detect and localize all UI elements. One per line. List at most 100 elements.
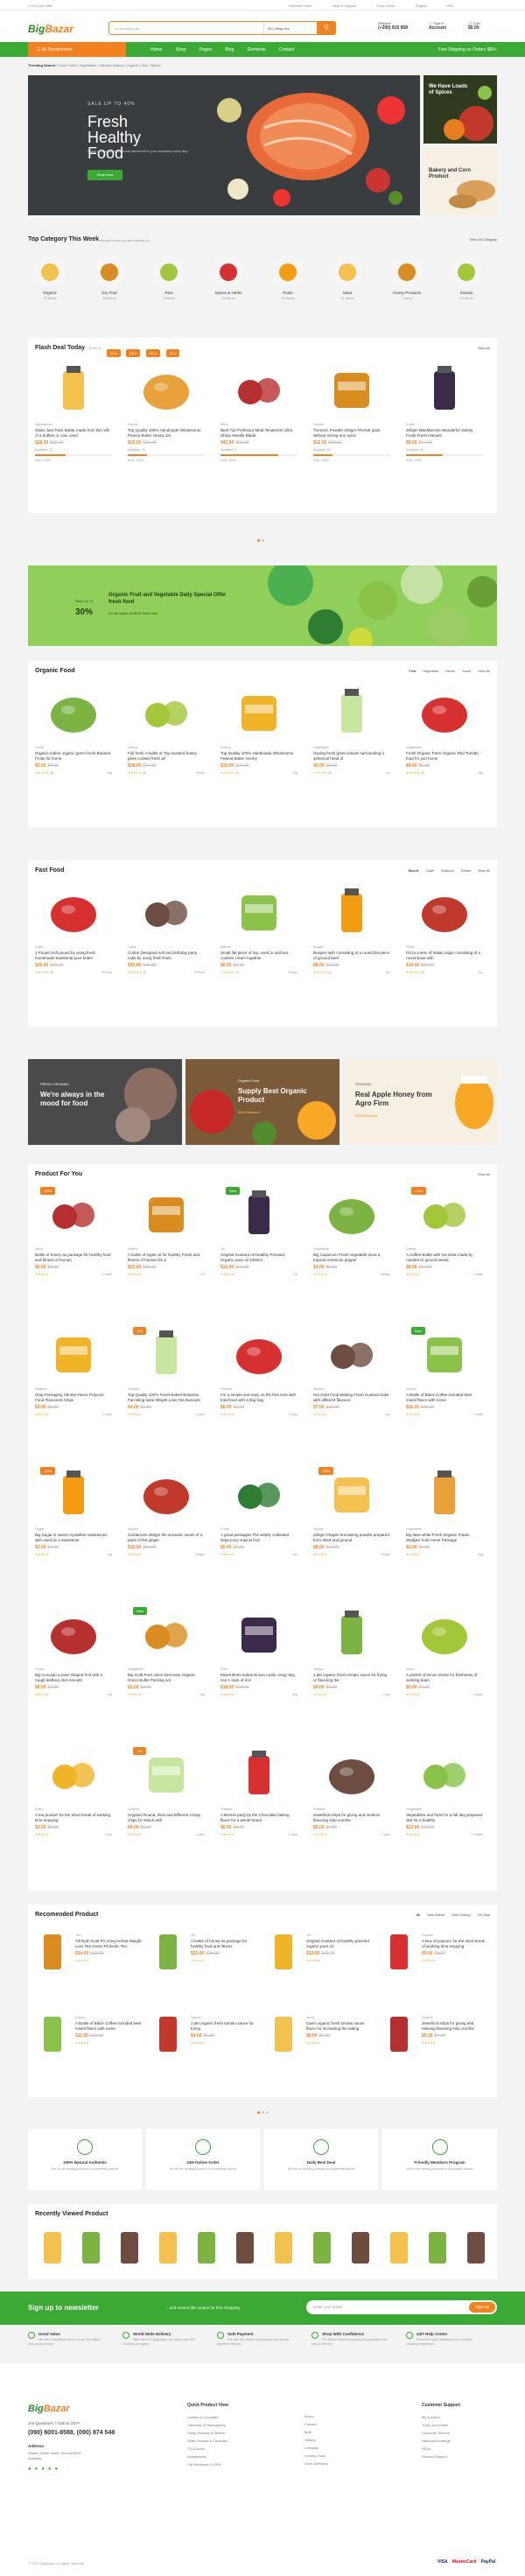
footer-link[interactable]: Track your Order <box>422 2421 460 2429</box>
recent-product[interactable] <box>458 2227 494 2269</box>
product-image-wrap[interactable] <box>38 1325 108 1381</box>
product-name[interactable]: Vegetables and fruits for a full day pre… <box>406 1813 483 1823</box>
recent-product[interactable] <box>35 2227 70 2269</box>
product-image-wrap[interactable] <box>317 1325 387 1381</box>
product-image-wrap[interactable]: -10% <box>38 1465 108 1521</box>
product-category[interactable]: Juice <box>35 1246 112 1251</box>
product-category[interactable]: Ingredients <box>35 422 112 426</box>
account-link[interactable]: ☺ Sign in Account <box>429 21 446 31</box>
recent-product[interactable] <box>343 2227 378 2269</box>
tab-new-arrival[interactable]: New Arrival <box>427 1913 444 1917</box>
product-card[interactable]: Spices Cardamom 250gm the aromatic seeds … <box>128 1465 205 1556</box>
product-name[interactable]: Jewelfruit strips for giving and medium … <box>313 1813 390 1823</box>
product-card[interactable]: Snacks Chip Packaging Shrimp Flavor Popco… <box>35 1325 112 1416</box>
topbar-help[interactable]: Help & Support <box>332 4 356 8</box>
footer-link[interactable]: Store Directory <box>304 2460 328 2467</box>
product-image-wrap[interactable] <box>410 684 480 740</box>
tab-herbs[interactable]: Herbs <box>445 669 455 673</box>
product-category[interactable]: Vegetable <box>406 745 483 749</box>
product-name[interactable]: Beef Top Professor Meat Tenderizer Ultra… <box>220 428 298 439</box>
product-category[interactable]: Dairy <box>35 1807 112 1811</box>
product-card[interactable]: New Vegetable Big Gold Pure onion best New… <box>128 1605 205 1696</box>
product-category[interactable]: Snacks <box>128 1386 205 1391</box>
email-input[interactable]: Enter your email <box>313 2305 342 2309</box>
recommended-dots[interactable] <box>257 2102 275 2114</box>
product-name[interactable]: A Box of popcorn for the short break of … <box>422 1939 488 1949</box>
product-category[interactable]: Drinks <box>406 1386 483 1391</box>
product-name[interactable]: Big Avocado a pear-shaped fruit with a r… <box>35 1673 112 1683</box>
product-image-wrap[interactable] <box>317 1745 387 1801</box>
product-category[interactable]: Vegetable <box>313 745 390 749</box>
product-category[interactable]: Cake <box>35 944 112 949</box>
footer-link[interactable]: Compare <box>304 2444 328 2452</box>
product-name[interactable]: Burgers with consisting of a round flat … <box>313 951 390 961</box>
footer-link[interactable]: About <box>304 2412 328 2420</box>
product-name[interactable]: A Bottle of Black Coffee included beer m… <box>406 1393 483 1403</box>
nav-home[interactable]: Home <box>150 47 162 53</box>
recent-product[interactable] <box>266 2227 301 2269</box>
product-card[interactable]: Juice A packet of lemon drinks for freshn… <box>406 1605 483 1696</box>
product-card[interactable]: -10% Sugar Big Sugar is sweet crystalline … <box>35 1465 112 1556</box>
product-category[interactable]: Spices <box>128 1527 205 1531</box>
product-name[interactable]: A Coffee Bottle with hot drink made by r… <box>406 1253 483 1263</box>
banner-apple-honey[interactable]: ORGANIC Real Apple Honey from Agro Firm … <box>343 1059 497 1145</box>
footer-link[interactable]: Gallery <box>304 2436 328 2444</box>
product-name[interactable]: Organic Indian organic green fresh Banan… <box>35 751 112 762</box>
product-name[interactable]: Jewelfruit strips for giving and relaxin… <box>422 2021 488 2032</box>
search-bar[interactable]: I'm shopping for... All Categories ⚲ <box>108 21 336 35</box>
view-all-link[interactable]: View All <box>478 346 490 350</box>
tab-seafood[interactable]: Seafood <box>441 868 454 873</box>
product-category[interactable]: Spices <box>313 422 390 426</box>
product-image-wrap[interactable] <box>317 1185 387 1241</box>
tab-best-selling[interactable]: Best Selling <box>452 1913 470 1917</box>
hero-dots[interactable] <box>215 207 233 210</box>
product-name[interactable]: Cryptoid Round, thick and different Cris… <box>128 1813 205 1823</box>
product-category[interactable]: Oil <box>191 1933 257 1937</box>
product-card[interactable]: Fruits Organic Indian organic green fresh… <box>35 684 112 775</box>
search-category-select[interactable]: All Categories <box>263 22 314 34</box>
product-card[interactable]: Vegetable Fresh Organic Farm Organic Red … <box>406 684 483 775</box>
product-category[interactable]: Sauce <box>313 1667 390 1671</box>
product-category[interactable]: Vegetable <box>128 1667 205 1671</box>
signup-button[interactable]: Sign Up <box>469 2302 495 2313</box>
product-name[interactable]: Full fresh A bottle of Top mustard honey… <box>128 751 205 762</box>
product-category[interactable]: Drinks <box>406 1246 483 1251</box>
product-image-wrap[interactable] <box>224 1465 294 1521</box>
product-image-wrap[interactable] <box>38 883 108 939</box>
product-image-wrap[interactable]: New <box>131 1605 201 1661</box>
product-card[interactable]: -5% Snacks Cryptoid Round, thick and diffe… <box>128 1745 205 1836</box>
product-category[interactable]: Oil <box>220 1246 298 1251</box>
category-item[interactable]: Fruits 22 Items <box>266 256 310 300</box>
product-image-wrap[interactable]: -20% <box>317 1465 387 1521</box>
product-card[interactable]: Vegetable Having fresh green leaves surro… <box>313 684 390 775</box>
product-image-wrap[interactable] <box>317 883 387 939</box>
product-card[interactable]: Spices Turmeric Powder 200gm FRANK pack w… <box>313 361 390 462</box>
product-card[interactable]: Honey Top Quality 100% Handmade Wholesome… <box>128 361 205 462</box>
footer-link[interactable]: My Account <box>422 2413 460 2421</box>
product-card[interactable]: -15% Drinks A Coffee Bottle with hot drink… <box>406 1185 483 1276</box>
recent-product[interactable] <box>420 2227 455 2269</box>
product-category[interactable]: Honey <box>128 422 205 426</box>
product-card[interactable]: Ingredients Glass Jars Pack Butter made f… <box>35 361 112 462</box>
product-category[interactable]: Vegetable <box>406 1807 483 1811</box>
product-card[interactable]: Biscuit Small flat piece of top, used to … <box>220 883 298 974</box>
product-card[interactable]: Rice Mixed Brimi Indirai Brown Leafy cris… <box>220 1605 298 1696</box>
product-card[interactable]: Vegetable Big New white Fresh Organic Pot… <box>406 1465 483 1556</box>
product-name[interactable]: A Bottle of Black Coffee included beer m… <box>75 2021 142 2032</box>
tab-salad[interactable]: Salad <box>462 669 471 673</box>
product-image-wrap[interactable] <box>224 1745 294 1801</box>
product-category[interactable]: Vegetable <box>406 1527 483 1531</box>
product-category[interactable]: Fruits <box>35 1667 112 1671</box>
product-category[interactable]: Bakery <box>313 1386 390 1391</box>
tab-view-all[interactable]: View All <box>478 669 490 673</box>
footer-link[interactable]: Bulk <box>304 2428 328 2436</box>
product-card[interactable]: Dairy A tea product for the short break o… <box>35 1745 112 1836</box>
product-name[interactable]: A tea product for the short break of wor… <box>35 1813 112 1823</box>
recent-product[interactable] <box>304 2227 340 2269</box>
cart-link[interactable]: 🛒 Cart $0.00 <box>468 21 480 31</box>
topbar-language[interactable]: English <box>416 4 427 8</box>
product-card[interactable]: Burger Burgers with consisting of a round… <box>313 883 390 974</box>
recent-product[interactable] <box>189 2227 224 2269</box>
product-category[interactable]: Snacks <box>220 1807 298 1811</box>
product-name[interactable]: Top Quality 100% Fresh Baked Britannia F… <box>128 1393 205 1403</box>
